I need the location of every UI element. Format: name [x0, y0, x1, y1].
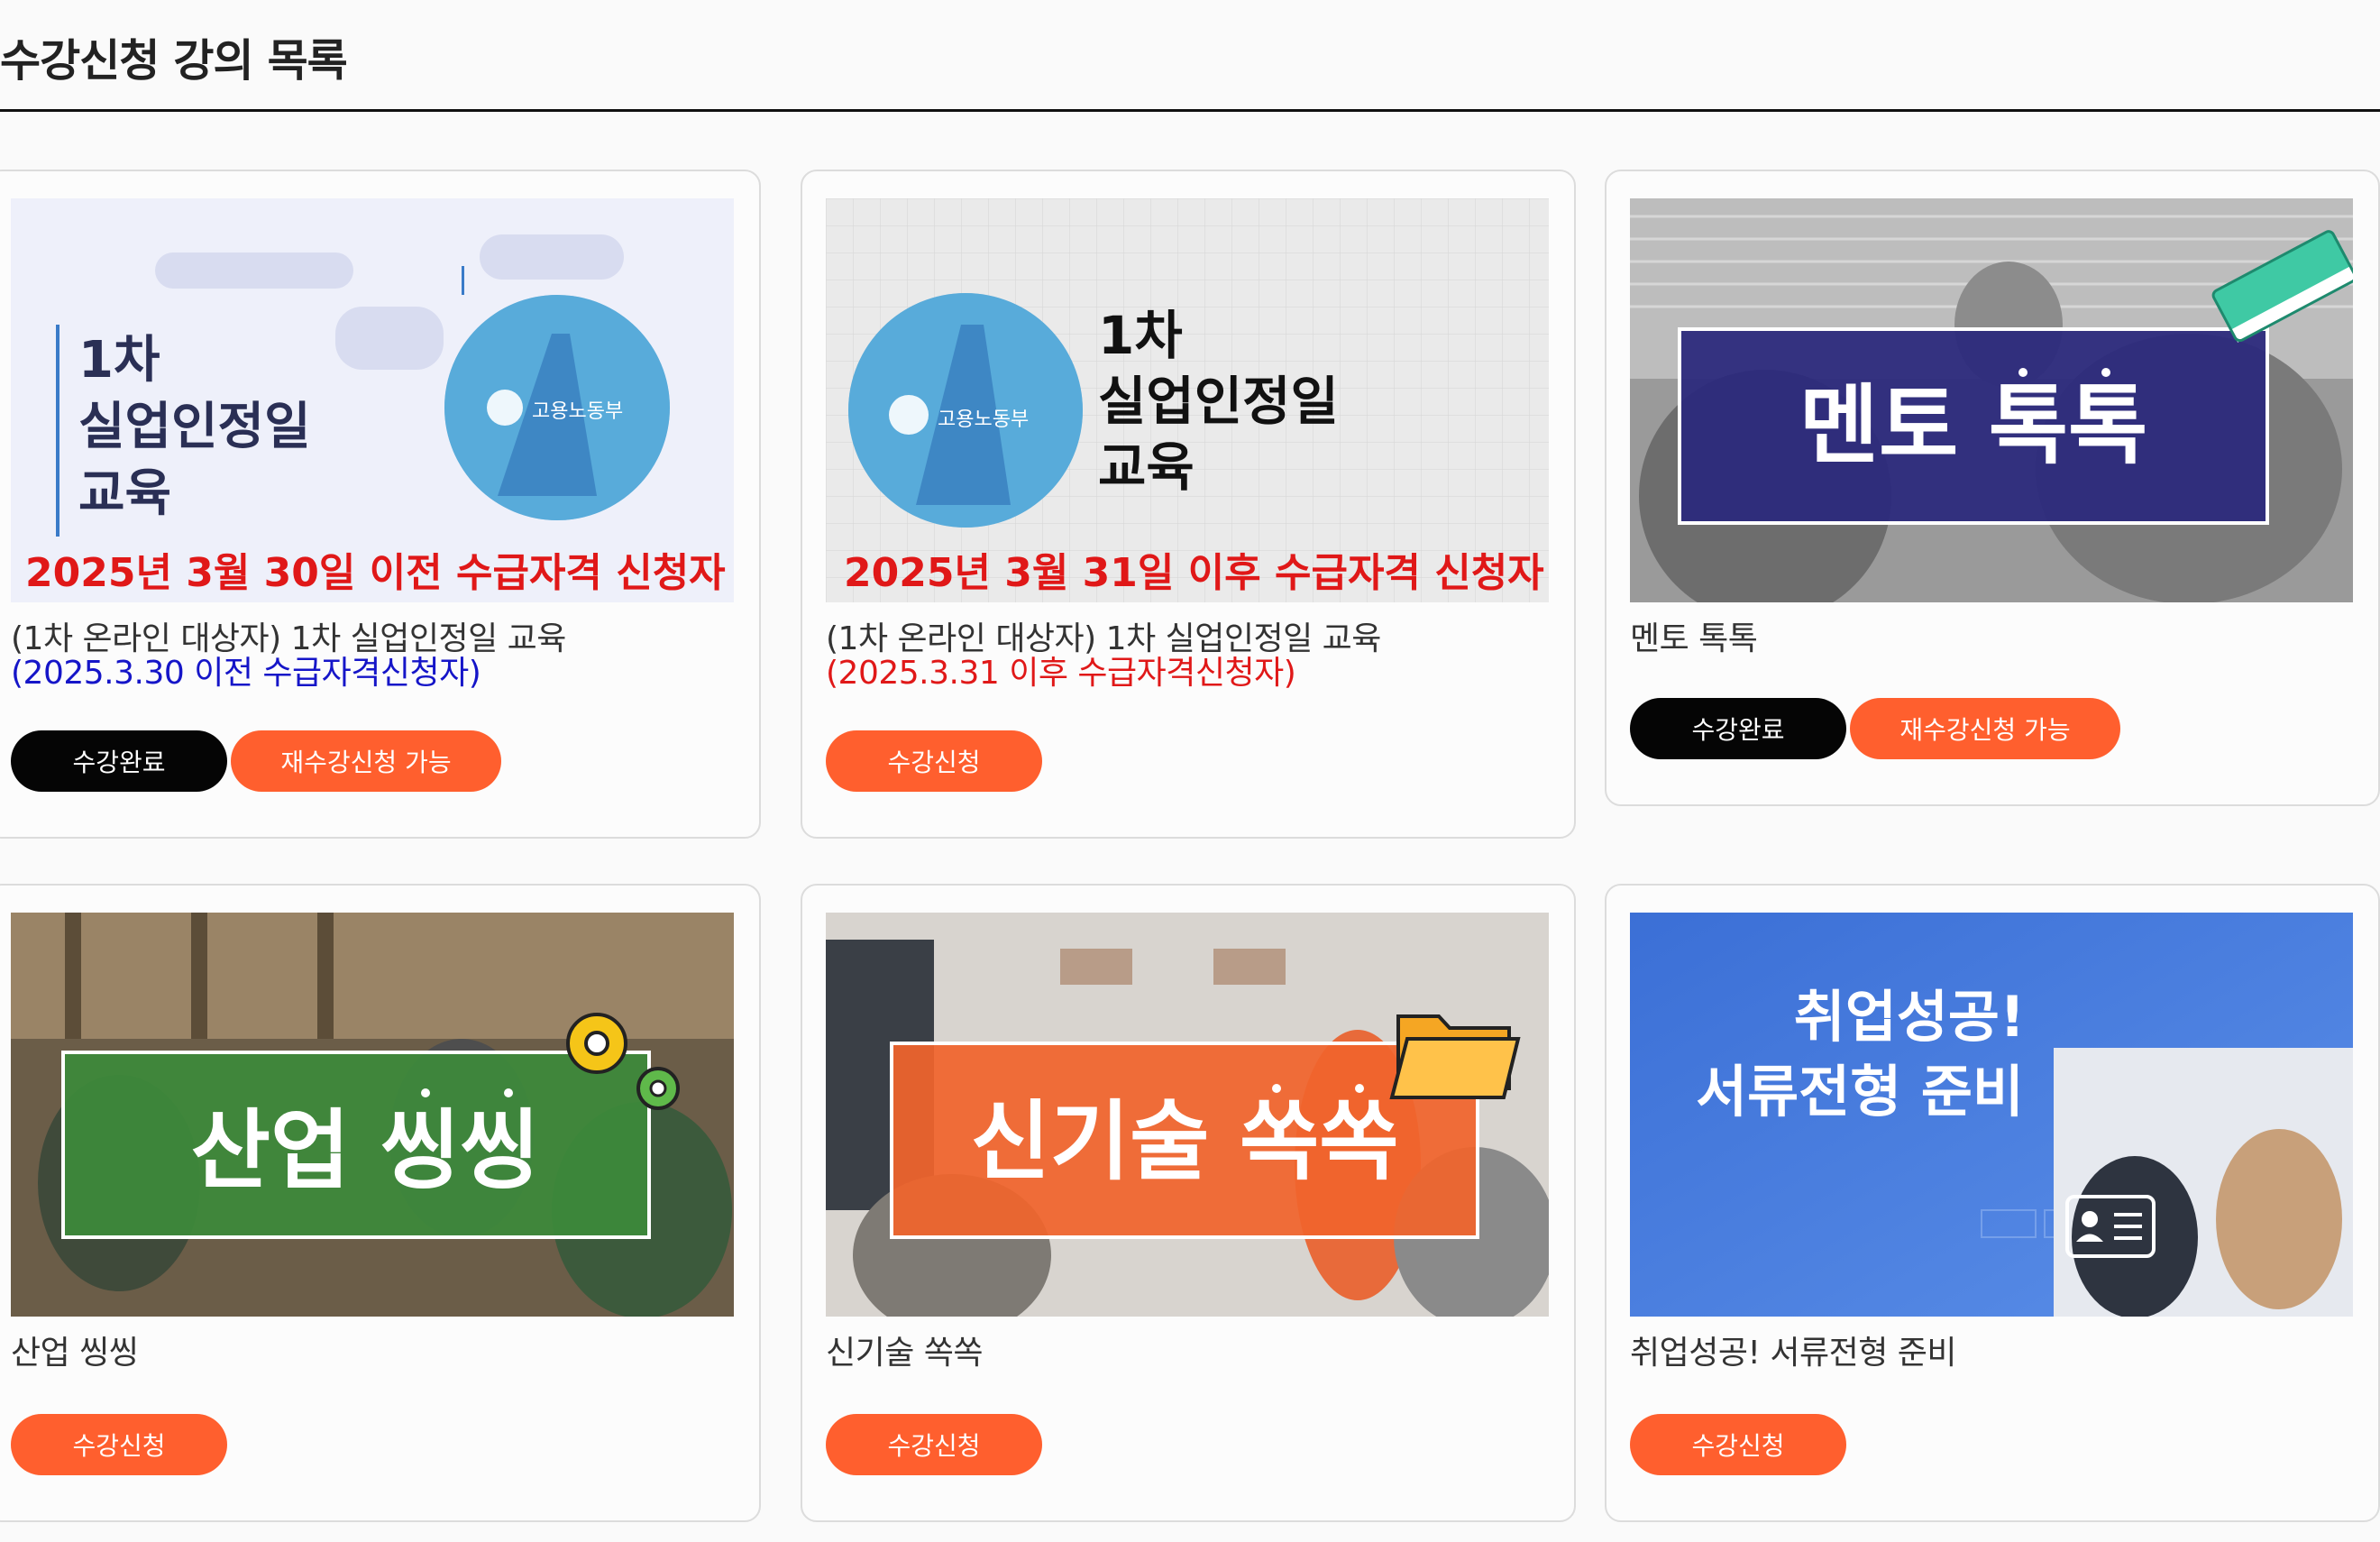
- course-title-main: 산업 씽씽: [11, 1335, 139, 1372]
- course-thumbnail[interactable]: 멘토 톡톡: [1630, 198, 2353, 602]
- course-title[interactable]: (1차 온라인 대상자) 1차 실업인정일 교육(2025.3.30 이전 수급…: [11, 622, 734, 691]
- thumbnail-heading-line: 교육: [1098, 436, 1195, 498]
- thumbnail-banner: 2025년 3월 31일 이후 수급자격 신청자: [844, 550, 1544, 596]
- course-title[interactable]: 멘토 톡톡: [1630, 622, 2353, 656]
- apply-button[interactable]: 수강신청: [826, 1414, 1042, 1475]
- course-thumbnail[interactable]: 취업성공! 서류전형 준비: [1630, 913, 2353, 1317]
- course-title[interactable]: 신기술 쏙쏙: [826, 1336, 1549, 1371]
- course-thumbnail[interactable]: 신기술 쏙쏙: [826, 913, 1549, 1317]
- thumbnail-heading-line: 취업성공!: [1794, 984, 2025, 1050]
- course-title-main: 신기술 쏙쏙: [826, 1335, 984, 1372]
- course-title-main: (1차 온라인 대상자) 1차 실업인정일 교육: [11, 620, 566, 657]
- thumbnail-image: 멘토 톡톡: [1630, 198, 2353, 602]
- apply-button[interactable]: 수강신청: [11, 1414, 227, 1475]
- course-card: 취업성공! 서류전형 준비 취업성공! 서류전형 준비 수강신청: [1605, 884, 2380, 1522]
- thumbnail-banner: 2025년 3월 30일 이전 수급자격 신청자: [25, 550, 726, 596]
- title-divider: [0, 109, 2380, 112]
- course-actions: 수강완료 재수강신청 가능: [11, 730, 501, 792]
- course-title-highlight: (2025.3.31 이후 수급자격신청자): [826, 655, 1296, 692]
- thumbnail-image: 신기술 쏙쏙: [826, 913, 1549, 1317]
- course-title-main: 취업성공! 서류전형 준비: [1630, 1335, 1957, 1372]
- course-card: 1차 실업인정일 교육 고용노동부 2025년 3월 30일 이전 수급자격 신…: [0, 170, 761, 839]
- thumbnail-image: 1차 실업인정일 교육 고용노동부 2025년 3월 30일 이전 수급자격 신…: [11, 198, 734, 602]
- course-title[interactable]: (1차 온라인 대상자) 1차 실업인정일 교육(2025.3.31 이후 수급…: [826, 622, 1549, 691]
- thumbnail-heading-line: 교육: [78, 464, 171, 523]
- apply-button[interactable]: 수강신청: [1630, 1414, 1846, 1475]
- thumbnail-label: 신기술 쏙쏙: [970, 1091, 1398, 1192]
- ministry-logo-text: 고용노동부: [938, 408, 1029, 431]
- thumbnail-heading-line: 실업인정일: [1098, 371, 1339, 432]
- course-title-highlight: (2025.3.30 이전 수급자격신청자): [11, 655, 481, 692]
- apply-button[interactable]: 수강신청: [826, 730, 1042, 792]
- thumbnail-heading-line: 1차: [1098, 305, 1183, 366]
- completed-button[interactable]: 수강완료: [11, 730, 227, 792]
- course-card: 멘토 톡톡 멘토 톡톡 수강완료 재수강신청 가능: [1605, 170, 2380, 806]
- course-thumbnail[interactable]: 1차 실업인정일 교육 고용노동부 2025년 3월 30일 이전 수급자격 신…: [11, 198, 734, 602]
- course-card: 신기술 쏙쏙 신기술 쏙쏙 수강신청: [801, 884, 1576, 1522]
- thumbnail-heading-line: 실업인정일: [78, 398, 311, 456]
- retake-button[interactable]: 재수강신청 가능: [1850, 698, 2120, 759]
- course-actions: 수강신청: [826, 1414, 1042, 1475]
- thumbnail-heading-line: 1차: [78, 331, 160, 390]
- course-title-main: (1차 온라인 대상자) 1차 실업인정일 교육: [826, 620, 1381, 657]
- course-thumbnail[interactable]: 고용노동부 1차 실업인정일 교육 2025년 3월 31일 이후 수급자격 신…: [826, 198, 1549, 602]
- thumbnail-image: 취업성공! 서류전형 준비: [1630, 913, 2353, 1317]
- course-thumbnail[interactable]: 산업 씽씽: [11, 913, 734, 1317]
- course-title[interactable]: 취업성공! 서류전형 준비: [1630, 1336, 2353, 1371]
- folder-icon: [1389, 1014, 1521, 1099]
- page-title: 수강신청 강의 목록: [0, 35, 348, 87]
- thumbnail-heading-line: 서류전형 준비: [1696, 1059, 2024, 1124]
- course-actions: 수강완료 재수강신청 가능: [1630, 698, 2120, 759]
- thumbnail-label: 산업 씽씽: [191, 1100, 540, 1201]
- course-actions: 수강신청: [11, 1414, 227, 1475]
- thumbnail-image: 산업 씽씽: [11, 913, 734, 1317]
- course-card: 고용노동부 1차 실업인정일 교육 2025년 3월 31일 이후 수급자격 신…: [801, 170, 1576, 839]
- course-title[interactable]: 산업 씽씽: [11, 1336, 734, 1371]
- thumbnail-image: 고용노동부 1차 실업인정일 교육 2025년 3월 31일 이후 수급자격 신…: [826, 198, 1549, 602]
- retake-button[interactable]: 재수강신청 가능: [231, 730, 501, 792]
- course-title-main: 멘토 톡톡: [1630, 620, 1758, 657]
- course-card: 산업 씽씽 산업 씽씽 수강신청: [0, 884, 761, 1522]
- course-actions: 수강신청: [826, 730, 1042, 792]
- course-actions: 수강신청: [1630, 1414, 1846, 1475]
- thumbnail-label: 멘토 톡톡: [1799, 375, 2148, 476]
- completed-button[interactable]: 수강완료: [1630, 698, 1846, 759]
- ministry-logo-text: 고용노동부: [532, 400, 623, 423]
